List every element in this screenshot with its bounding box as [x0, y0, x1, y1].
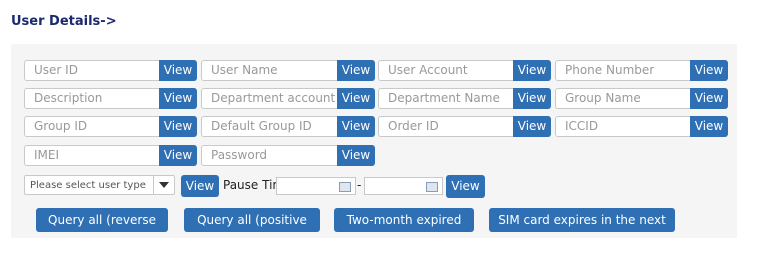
- password-view-button[interactable]: View: [337, 145, 375, 166]
- phone-number-input[interactable]: Phone Number: [555, 60, 690, 81]
- default-group-id-input[interactable]: Default Group ID: [201, 116, 337, 137]
- group-id-field: Group ID View: [24, 116, 197, 137]
- user-name-view-button[interactable]: View: [337, 60, 375, 81]
- user-id-input[interactable]: User ID: [24, 60, 159, 81]
- order-id-field: Order ID View: [378, 116, 551, 137]
- user-account-input[interactable]: User Account: [378, 60, 513, 81]
- chevron-down-icon[interactable]: [153, 176, 174, 194]
- user-account-view-button[interactable]: View: [513, 60, 551, 81]
- imei-field: IMEI View: [24, 145, 197, 166]
- user-name-field: User Name View: [201, 60, 375, 81]
- phone-number-view-button[interactable]: View: [690, 60, 728, 81]
- user-id-view-button[interactable]: View: [159, 60, 197, 81]
- user-id-field: User ID View: [24, 60, 197, 81]
- iccid-field: ICCID View: [555, 116, 728, 137]
- group-name-input[interactable]: Group Name: [555, 88, 690, 109]
- query-all-positive-button[interactable]: Query all (positive order): [184, 208, 320, 251]
- two-month-expired-users-button[interactable]: Two-month expired users: [334, 208, 474, 251]
- calendar-icon[interactable]: [339, 182, 351, 192]
- department-name-view-button[interactable]: View: [513, 88, 551, 109]
- password-input[interactable]: Password: [201, 145, 337, 166]
- default-group-id-view-button[interactable]: View: [337, 116, 375, 137]
- imei-input[interactable]: IMEI: [24, 145, 159, 166]
- sim-card-expires-next-month-button[interactable]: SIM card expires in the next month: [489, 208, 675, 251]
- user-type-view-button[interactable]: View: [181, 175, 219, 197]
- iccid-view-button[interactable]: View: [690, 116, 728, 137]
- iccid-input[interactable]: ICCID: [555, 116, 690, 137]
- order-id-input[interactable]: Order ID: [378, 116, 513, 137]
- department-account-field: Department account View: [201, 88, 375, 109]
- group-name-view-button[interactable]: View: [690, 88, 728, 109]
- description-view-button[interactable]: View: [159, 88, 197, 109]
- department-account-view-button[interactable]: View: [337, 88, 375, 109]
- user-type-selected: Please select user type: [30, 180, 146, 191]
- user-name-input[interactable]: User Name: [201, 60, 337, 81]
- pause-time-end-input[interactable]: [364, 177, 443, 195]
- department-name-field: Department Name View: [378, 88, 551, 109]
- user-type-select[interactable]: Please select user type: [24, 175, 175, 195]
- calendar-icon[interactable]: [426, 182, 438, 192]
- pause-time-start-input[interactable]: [276, 177, 356, 195]
- page-title: User Details->: [11, 14, 117, 29]
- department-name-input[interactable]: Department Name: [378, 88, 513, 109]
- imei-view-button[interactable]: View: [159, 145, 197, 166]
- password-field: Password View: [201, 145, 375, 166]
- order-id-view-button[interactable]: View: [513, 116, 551, 137]
- default-group-id-field: Default Group ID View: [201, 116, 375, 137]
- description-input[interactable]: Description: [24, 88, 159, 109]
- group-id-view-button[interactable]: View: [159, 116, 197, 137]
- department-account-input[interactable]: Department account: [201, 88, 337, 109]
- query-all-reverse-button[interactable]: Query all (reverse order): [36, 208, 168, 251]
- description-field: Description View: [24, 88, 197, 109]
- group-id-input[interactable]: Group ID: [24, 116, 159, 137]
- phone-number-field: Phone Number View: [555, 60, 728, 81]
- pause-time-view-button[interactable]: View: [446, 175, 485, 198]
- user-account-field: User Account View: [378, 60, 551, 81]
- group-name-field: Group Name View: [555, 88, 728, 109]
- date-range-separator: -: [357, 178, 362, 192]
